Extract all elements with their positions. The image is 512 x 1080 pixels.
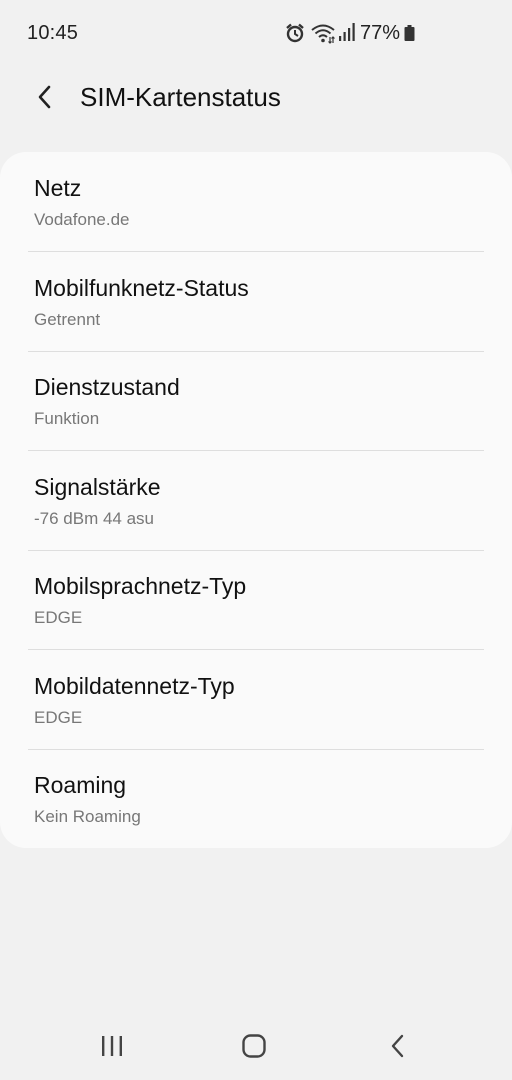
back-button[interactable] xyxy=(28,80,62,114)
alarm-icon xyxy=(284,22,306,44)
nav-back-button[interactable] xyxy=(378,1030,418,1062)
list-item-mobilsprachnetz-typ: Mobilsprachnetz-Typ EDGE xyxy=(0,550,512,650)
list-item-mobildatennetz-typ: Mobildatennetz-Typ EDGE xyxy=(0,650,512,750)
battery-percent: 77% xyxy=(360,22,401,44)
signal-icon xyxy=(338,22,356,42)
item-value: EDGE xyxy=(34,608,83,627)
item-value: Getrennt xyxy=(34,310,101,329)
status-time: 10:45 xyxy=(27,22,79,44)
wifi-icon xyxy=(310,22,336,44)
item-title: Roaming xyxy=(34,772,127,798)
item-value: Kein Roaming xyxy=(34,807,141,826)
home-icon xyxy=(242,1034,266,1058)
list-item-signalstaerke: Signalstärke -76 dBm 44 asu xyxy=(0,451,512,551)
back-icon xyxy=(391,1034,404,1058)
recent-apps-icon xyxy=(102,1036,122,1056)
sim-status-card: Netz Vodafone.de Mobilfunknetz-Status Ge… xyxy=(0,152,512,848)
item-title: Netz xyxy=(34,175,82,201)
back-arrow-icon xyxy=(38,85,51,109)
item-title: Mobilsprachnetz-Typ xyxy=(34,573,247,599)
recent-apps-button[interactable] xyxy=(92,1030,132,1062)
item-title: Mobildatennetz-Typ xyxy=(34,673,235,699)
page-title: SIM-Kartenstatus xyxy=(80,82,281,112)
item-title: Mobilfunknetz-Status xyxy=(34,275,249,301)
list-item-roaming: Roaming Kein Roaming xyxy=(0,749,512,849)
item-value: EDGE xyxy=(34,708,83,727)
home-button[interactable] xyxy=(234,1030,274,1062)
navigation-bar xyxy=(0,1010,512,1080)
list-item-netz: Netz Vodafone.de xyxy=(0,152,512,252)
item-title: Signalstärke xyxy=(34,474,161,500)
app-bar: SIM-Kartenstatus xyxy=(0,68,512,128)
item-value: -76 dBm 44 asu xyxy=(34,509,155,528)
list-item-mobilfunknetz-status: Mobilfunknetz-Status Getrennt xyxy=(0,252,512,352)
item-title: Dienstzustand xyxy=(34,374,180,400)
list-item-dienstzustand: Dienstzustand Funktion xyxy=(0,351,512,451)
status-bar: 10:45 77% xyxy=(0,0,512,68)
item-value: Vodafone.de xyxy=(34,210,130,229)
battery-icon xyxy=(404,25,415,41)
item-value: Funktion xyxy=(34,409,100,428)
